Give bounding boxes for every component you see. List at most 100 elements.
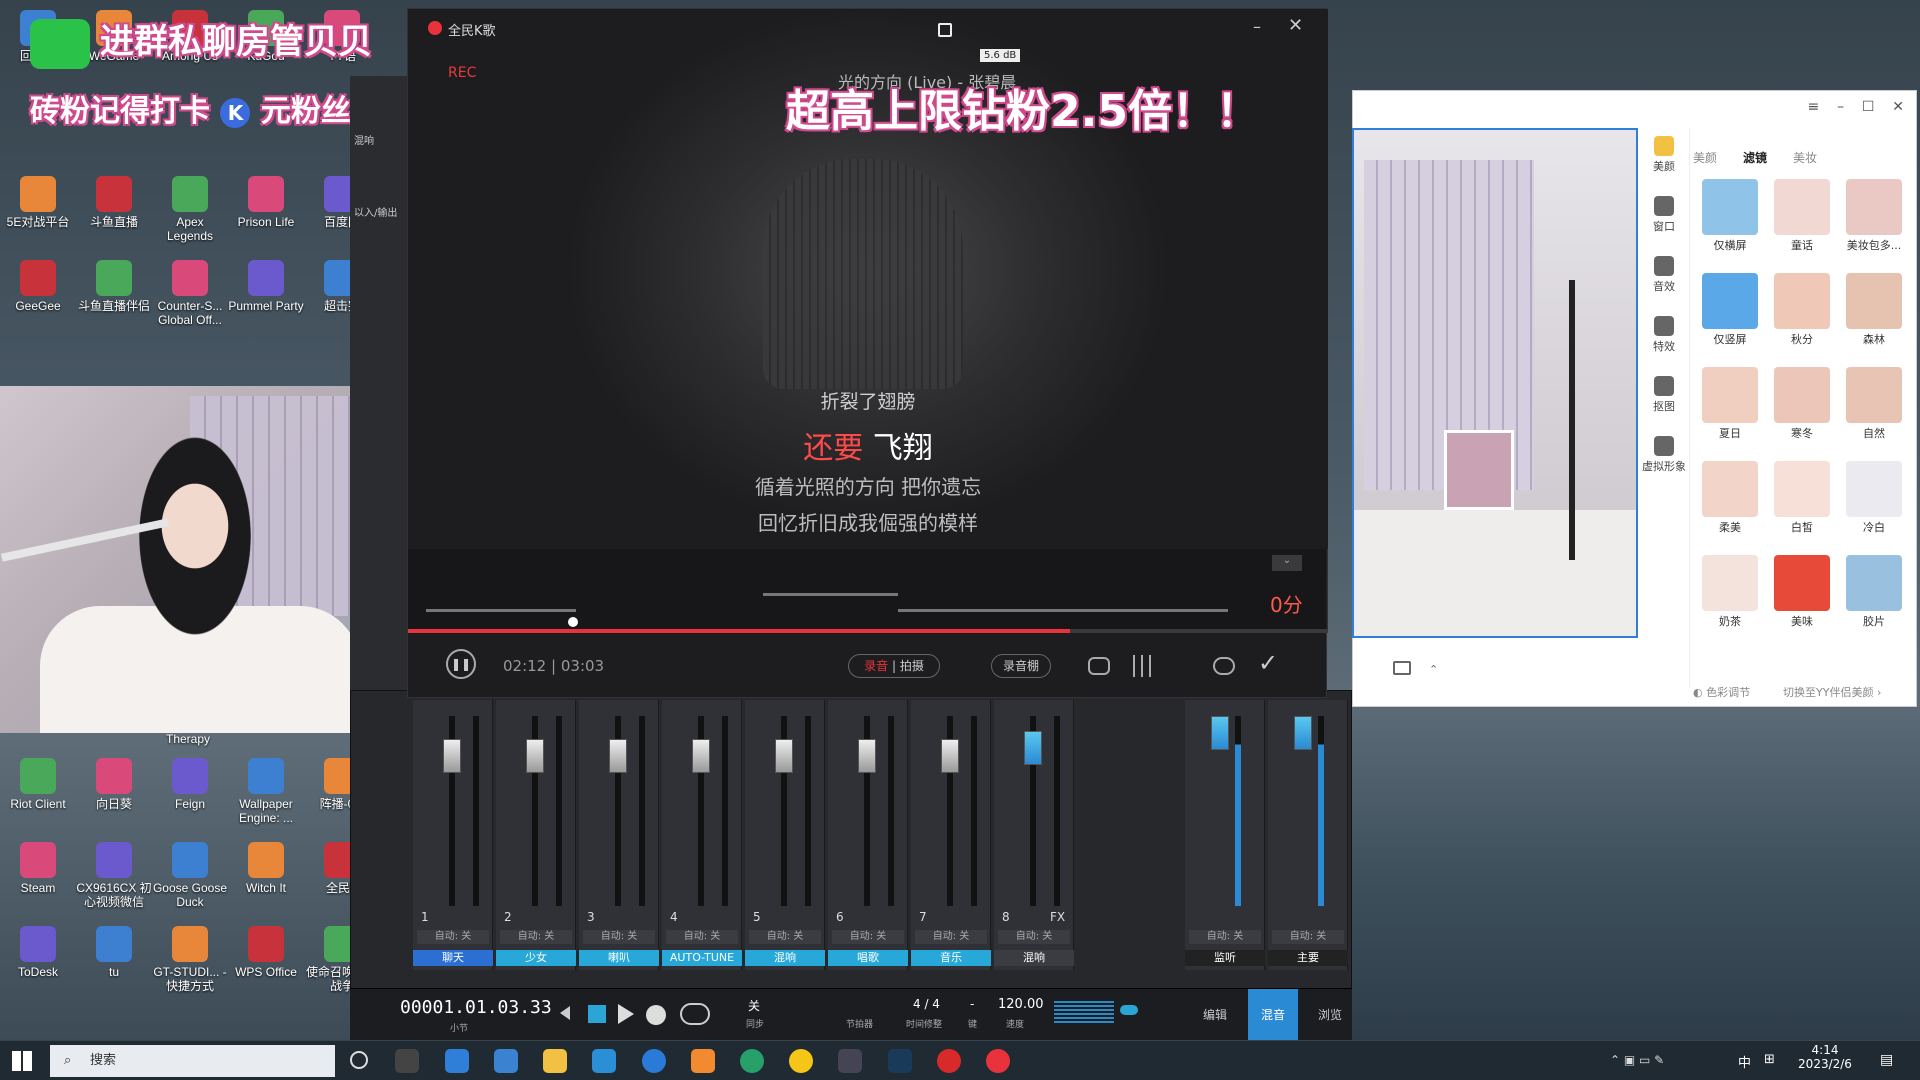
- netease-music-icon[interactable]: [937, 1049, 961, 1073]
- chevron-up-icon[interactable]: ⌃: [1429, 663, 1438, 676]
- record-shoot-toggle[interactable]: 录音 | 拍摄: [848, 654, 940, 678]
- file-explorer-icon[interactable]: [543, 1049, 567, 1073]
- ime-indicator[interactable]: 中: [1738, 1052, 1751, 1071]
- collapse-icon[interactable]: ⌄: [1272, 555, 1302, 571]
- beauty-side-item[interactable]: 美颜: [1638, 128, 1690, 188]
- automation-toggle[interactable]: 自动: 关: [749, 930, 821, 944]
- beauty-side-item[interactable]: 虚拟形象: [1638, 428, 1690, 488]
- desktop-icon[interactable]: 5E对战平台: [0, 176, 76, 229]
- fader-handle[interactable]: [941, 738, 959, 773]
- minimize-button[interactable]: –: [1837, 99, 1844, 115]
- close-button[interactable]: ✕: [1892, 99, 1904, 115]
- windows-start-icon[interactable]: [12, 1051, 32, 1071]
- fader-handle[interactable]: [609, 738, 627, 773]
- beauty-side-item[interactable]: 音效: [1638, 248, 1690, 308]
- metronome-label[interactable]: 节拍器: [846, 1017, 873, 1030]
- automation-toggle[interactable]: 自动: 关: [500, 930, 572, 944]
- desktop-icon[interactable]: Witch It: [228, 842, 304, 895]
- douyu-icon[interactable]: [691, 1049, 715, 1073]
- desktop-icon[interactable]: Feign: [152, 758, 228, 811]
- unlock-icon[interactable]: [938, 23, 952, 37]
- filter-option[interactable]: 美妆包多...: [1843, 179, 1905, 253]
- color-adjust-label[interactable]: 色彩调节: [1706, 686, 1750, 699]
- search-input[interactable]: ⌕ 搜索: [50, 1045, 335, 1077]
- fader-handle[interactable]: [692, 738, 710, 773]
- tab-browse[interactable]: 浏览: [1305, 989, 1355, 1041]
- stop-button[interactable]: [588, 1005, 606, 1023]
- automation-toggle[interactable]: 自动: 关: [417, 930, 489, 944]
- finish-check-icon[interactable]: ✓: [1258, 649, 1278, 677]
- automation-toggle[interactable]: 自动: 关: [998, 930, 1070, 944]
- filter-option[interactable]: 白皙: [1771, 461, 1833, 535]
- desktop-icon[interactable]: 斗鱼直播伴侣: [76, 260, 152, 313]
- tab-edit[interactable]: 编辑: [1190, 989, 1240, 1041]
- monitor-toggle[interactable]: [1120, 1005, 1138, 1015]
- song-progress[interactable]: [408, 629, 1328, 633]
- channel-name[interactable]: 监听: [1185, 950, 1265, 966]
- tab-mix[interactable]: 混音: [1248, 989, 1298, 1041]
- beauty-side-item[interactable]: 特效: [1638, 308, 1690, 368]
- channel-name[interactable]: 少女: [496, 950, 576, 966]
- channel-name[interactable]: 聊天: [413, 950, 493, 966]
- filter-option[interactable]: 冷白: [1843, 461, 1905, 535]
- switch-beauty-label[interactable]: 切换至YY伴侣美颜: [1783, 686, 1873, 699]
- channel-name[interactable]: 唱歌: [828, 950, 908, 966]
- studio-one-icon[interactable]: [838, 1049, 862, 1073]
- fx-label[interactable]: FX: [1050, 910, 1065, 924]
- desktop-icon[interactable]: 斗鱼直播: [76, 176, 152, 229]
- sync-label[interactable]: 关: [748, 997, 760, 1014]
- beauty-side-item[interactable]: 窗口: [1638, 188, 1690, 248]
- filter-option[interactable]: 自然: [1843, 367, 1905, 441]
- shoot-mode-label[interactable]: 拍摄: [900, 659, 924, 673]
- filter-option[interactable]: 美味: [1771, 555, 1833, 629]
- app-icon[interactable]: [445, 1049, 469, 1073]
- desktop-icon[interactable]: GT-STUDI... - 快捷方式: [152, 926, 228, 993]
- automation-toggle[interactable]: 自动: 关: [915, 930, 987, 944]
- filter-option[interactable]: 夏日: [1699, 367, 1761, 441]
- fader-handle[interactable]: [1024, 731, 1042, 766]
- yy-icon[interactable]: [789, 1049, 813, 1073]
- fader-handle[interactable]: [1294, 716, 1312, 750]
- beauty-tab[interactable]: 滤镜: [1743, 151, 1767, 165]
- desktop-icon[interactable]: Apex Legends: [152, 176, 228, 243]
- desktop-icon[interactable]: Steam: [0, 842, 76, 895]
- fader-handle[interactable]: [1211, 716, 1229, 750]
- steam-icon[interactable]: [888, 1049, 912, 1073]
- channel-name[interactable]: 喇叭: [579, 950, 659, 966]
- filter-option[interactable]: 童话: [1771, 179, 1833, 253]
- channel-name[interactable]: 混响: [745, 950, 825, 966]
- restart-icon[interactable]: [1213, 657, 1235, 675]
- record-button[interactable]: [646, 1005, 666, 1025]
- automation-toggle[interactable]: 自动: 关: [666, 930, 738, 944]
- automation-toggle[interactable]: 自动: 关: [832, 930, 904, 944]
- edge-icon[interactable]: [740, 1049, 764, 1073]
- filter-option[interactable]: 森林: [1843, 273, 1905, 347]
- desktop-icon[interactable]: Riot Client: [0, 758, 76, 811]
- filter-option[interactable]: 柔美: [1699, 461, 1761, 535]
- studio-button[interactable]: 录音棚: [991, 654, 1051, 678]
- close-button[interactable]: ✕: [1288, 15, 1303, 36]
- color-adjust-link[interactable]: ◐ 色彩调节: [1693, 684, 1750, 700]
- channel-name[interactable]: AUTO-TUNE: [662, 950, 742, 966]
- automation-toggle[interactable]: 自动: 关: [1189, 930, 1261, 944]
- beauty-tab[interactable]: 美颜: [1693, 151, 1717, 165]
- record-mode-label[interactable]: 录音: [864, 659, 888, 673]
- beauty-side-item[interactable]: 抠图: [1638, 368, 1690, 428]
- desktop-icon[interactable]: Goose Goose Duck: [152, 842, 228, 909]
- desktop-icon[interactable]: 向日葵: [76, 758, 152, 811]
- tray-icons[interactable]: ⌃ ▣ ▭ ✎: [1610, 1053, 1664, 1067]
- switch-beauty-link[interactable]: 切换至YY伴侣美颜 ›: [1783, 684, 1881, 700]
- desktop-icon[interactable]: tu: [76, 926, 152, 979]
- loop-button[interactable]: [680, 1003, 710, 1025]
- menu-icon[interactable]: ≡: [1808, 99, 1820, 115]
- desktop-icon[interactable]: GeeGee: [0, 260, 76, 313]
- desktop-icon[interactable]: CX9616CX 初心视频微信: [76, 842, 152, 909]
- notification-icon[interactable]: ▤: [1880, 1052, 1893, 1068]
- filter-option[interactable]: 寒冬: [1771, 367, 1833, 441]
- filter-option[interactable]: 仅横屏: [1699, 179, 1761, 253]
- desktop-icon[interactable]: Counter-S... Global Off...: [152, 260, 228, 327]
- automation-toggle[interactable]: 自动: 关: [1272, 930, 1344, 944]
- desktop-icon[interactable]: WPS Office: [228, 926, 304, 979]
- fader-handle[interactable]: [858, 738, 876, 773]
- filter-option[interactable]: 秋分: [1771, 273, 1833, 347]
